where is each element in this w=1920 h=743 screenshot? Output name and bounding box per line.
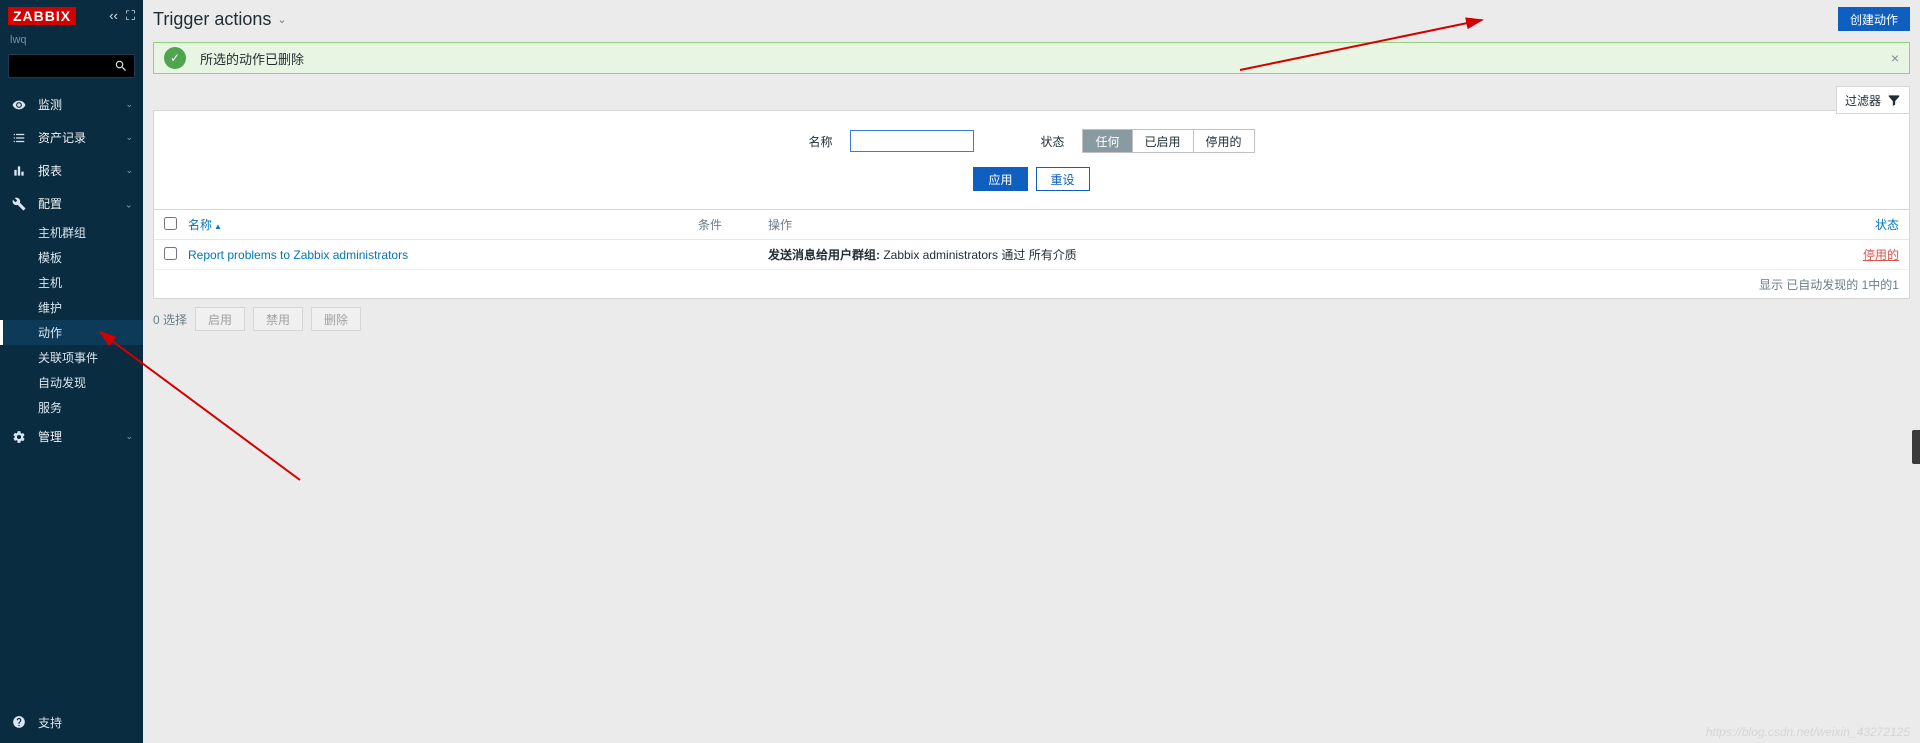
chevron-down-icon: ⌄ [125, 431, 133, 442]
nav-label: 管理 [38, 428, 62, 445]
filter-status-disabled[interactable]: 停用的 [1194, 130, 1254, 152]
sidebar-header: ZABBIX ‹‹ ⛶ [0, 0, 143, 32]
alert-message: 所选的动作已删除 [200, 49, 304, 68]
page-title-dropdown[interactable]: Trigger actions ⌄ [153, 9, 287, 30]
expand-icon[interactable]: ⛶ [126, 8, 135, 24]
col-header-operations: 操作 [768, 216, 1839, 233]
create-action-button[interactable]: 创建动作 [1838, 7, 1910, 31]
gear-icon [10, 430, 28, 444]
support-icon [10, 715, 28, 729]
logo[interactable]: ZABBIX [8, 7, 76, 25]
col-header-conditions: 条件 [698, 216, 768, 233]
subnav-discovery[interactable]: 自动发现 [0, 370, 143, 395]
filter-name-label: 名称 [808, 133, 832, 150]
alert-close-button[interactable]: × [1891, 50, 1899, 66]
list-icon [10, 131, 28, 145]
nav-support[interactable]: 支持 [0, 707, 143, 737]
nav-label: 配置 [38, 195, 62, 212]
filter-name-input[interactable] [850, 130, 974, 152]
table-row: Report problems to Zabbix administrators… [154, 240, 1909, 270]
filter-status-segment: 任何 已启用 停用的 [1082, 129, 1254, 153]
nav-inventory[interactable]: 资产记录 ⌄ [0, 121, 143, 154]
bulk-action-bar: 0 选择 启用 禁用 删除 [153, 307, 1910, 331]
filter-status-label: 状态 [1040, 133, 1064, 150]
page-title: Trigger actions [153, 9, 271, 30]
filter-reset-button[interactable]: 重设 [1036, 167, 1090, 191]
side-handle[interactable] [1912, 430, 1920, 464]
check-icon: ✓ [164, 47, 186, 69]
nav-monitoring[interactable]: 监测 ⌄ [0, 88, 143, 121]
selected-count: 0 选择 [153, 311, 187, 328]
actions-table: 名称▲ 条件 操作 状态 Report problems to Zabbix a… [153, 210, 1910, 299]
nav-reports[interactable]: 报表 ⌄ [0, 154, 143, 187]
page-header: Trigger actions ⌄ 创建动作 [143, 0, 1920, 34]
row-checkbox[interactable] [164, 247, 177, 260]
filter-status-enabled[interactable]: 已启用 [1133, 130, 1194, 152]
watermark: https://blog.csdn.net/weixin_43272125 [1706, 725, 1910, 739]
chevron-down-icon: ⌄ [277, 13, 286, 26]
subnav-actions[interactable]: 动作 [0, 320, 143, 345]
filter-toggle-button[interactable]: 过滤器 [1836, 86, 1910, 114]
select-all-checkbox[interactable] [164, 217, 177, 230]
nav-label: 报表 [38, 162, 62, 179]
bulk-delete-button[interactable]: 删除 [311, 307, 361, 331]
col-header-status[interactable]: 状态 [1839, 216, 1899, 233]
nav-label: 监测 [38, 96, 62, 113]
filter-icon [1887, 93, 1901, 107]
nav-administration[interactable]: 管理 ⌄ [0, 420, 143, 453]
nav-configuration[interactable]: 配置 ⌃ [0, 187, 143, 220]
search-input[interactable] [8, 54, 135, 78]
main-area: Trigger actions ⌄ 创建动作 ✓ 所选的动作已删除 × 过滤器 … [143, 0, 1920, 743]
wrench-icon [10, 197, 28, 211]
filter-apply-button[interactable]: 应用 [973, 167, 1027, 191]
subnav-maintenance[interactable]: 维护 [0, 295, 143, 320]
chevron-down-icon: ⌄ [125, 132, 133, 143]
filter-row: 名称 状态 任何 已启用 停用的 [808, 129, 1254, 153]
bulk-enable-button[interactable]: 启用 [195, 307, 245, 331]
bulk-disable-button[interactable]: 禁用 [253, 307, 303, 331]
collapse-icon[interactable]: ‹‹ [109, 8, 118, 24]
filter-toggle-label: 过滤器 [1845, 92, 1881, 109]
success-alert: ✓ 所选的动作已删除 × [153, 42, 1910, 74]
subnav-services[interactable]: 服务 [0, 395, 143, 420]
chevron-up-icon: ⌃ [125, 198, 133, 209]
filter-buttons: 应用 重设 [973, 167, 1089, 191]
subnav-hostgroups[interactable]: 主机群组 [0, 220, 143, 245]
subnav-correlation[interactable]: 关联项事件 [0, 345, 143, 370]
chevron-down-icon: ⌄ [125, 99, 133, 110]
sort-asc-icon: ▲ [214, 222, 222, 231]
action-name-link[interactable]: Report problems to Zabbix administrators [188, 248, 408, 262]
subnav-hosts[interactable]: 主机 [0, 270, 143, 295]
table-footer: 显示 已自动发现的 1中的1 [154, 270, 1909, 298]
support-label: 支持 [38, 714, 62, 731]
row-operations: 发送消息给用户群组: Zabbix administrators 通过 所有介质 [768, 246, 1839, 263]
eye-icon [10, 98, 28, 112]
row-status-toggle[interactable]: 停用的 [1863, 248, 1899, 262]
filter-panel: 名称 状态 任何 已启用 停用的 应用 重设 [153, 110, 1910, 210]
col-header-name[interactable]: 名称▲ [188, 216, 698, 233]
table-header-row: 名称▲ 条件 操作 状态 [154, 210, 1909, 240]
nav-label: 资产记录 [38, 129, 86, 146]
chevron-down-icon: ⌄ [125, 165, 133, 176]
subnav-templates[interactable]: 模板 [0, 245, 143, 270]
sidebar: ZABBIX ‹‹ ⛶ lwq 监测 ⌄ 资产记录 ⌄ 报表 ⌄ 配置 ⌃ 主机… [0, 0, 143, 743]
header-icons: ‹‹ ⛶ [109, 8, 135, 24]
filter-status-any[interactable]: 任何 [1083, 130, 1132, 152]
user-label: lwq [0, 32, 143, 54]
bar-chart-icon [10, 164, 28, 178]
search-icon [114, 59, 128, 73]
